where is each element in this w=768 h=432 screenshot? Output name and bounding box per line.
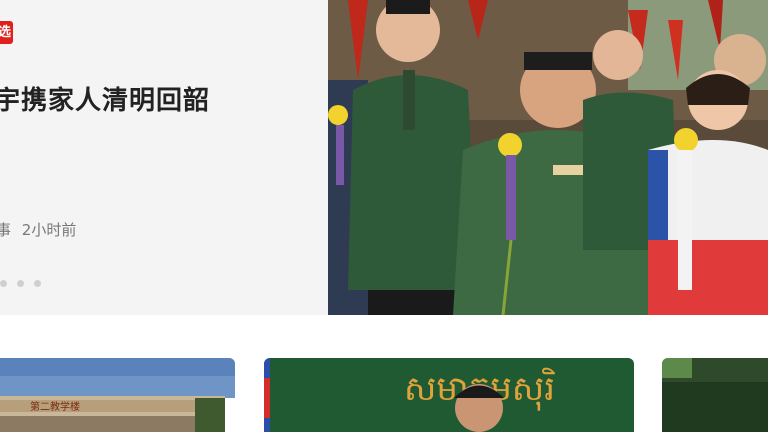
hero-source: 事 [0,221,12,239]
featured-carousel[interactable]: 选 宇携家人清明回韶 事 2小时前 [0,0,768,315]
hero-text-panel[interactable]: 选 宇携家人清明回韶 事 2小时前 [0,0,328,315]
hero-photo[interactable] [328,0,768,315]
green-field-photo [662,358,768,432]
carousel-dot[interactable] [17,280,24,287]
hero-headline[interactable]: 宇携家人清明回韶 [0,80,210,117]
carousel-dot[interactable] [34,280,41,287]
carousel-dot[interactable] [0,280,7,287]
carousel-pagination [0,280,41,287]
building-sign: 第二教学楼 [30,400,80,413]
news-card[interactable]: 第二教学楼 [0,358,235,432]
cambodian-official-portrait: សមាគមសុរិ [264,358,634,432]
hero-meta: 事 2小时前 [0,219,82,240]
featured-badge: 选 [0,21,13,44]
news-card[interactable] [662,358,768,432]
campus-building-photo: 第二教学楼 [0,358,235,432]
news-card[interactable]: សមាគមសុរិ [264,358,634,432]
hero-timestamp: 2小时前 [21,221,77,239]
